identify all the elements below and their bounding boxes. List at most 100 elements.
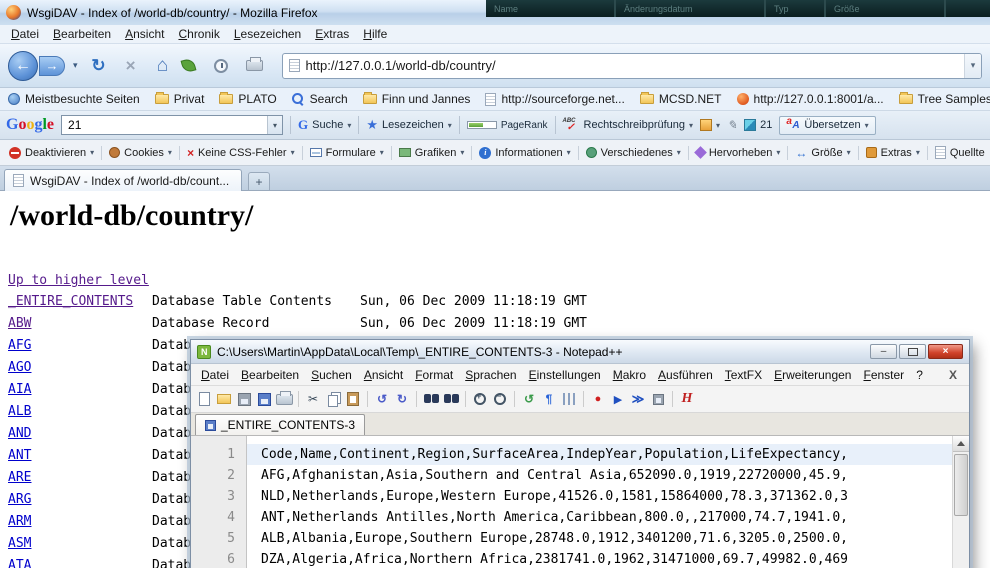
- record-macro-icon[interactable]: ●: [589, 390, 607, 408]
- entry-link[interactable]: ATA: [8, 558, 31, 568]
- cut-icon[interactable]: ✂: [304, 390, 322, 408]
- spellcheck-button[interactable]: Rechtschreibprüfung ▾: [563, 118, 694, 133]
- autofill-button[interactable]: ▾: [700, 119, 720, 131]
- zoom-out-icon[interactable]: [491, 390, 509, 408]
- stop-button[interactable]: ×: [118, 56, 144, 76]
- highlighter-button[interactable]: 21: [744, 119, 772, 131]
- print-button[interactable]: [246, 60, 272, 71]
- entry-link[interactable]: ASM: [8, 536, 31, 551]
- npp-menu-einstellungen[interactable]: Einstellungen: [523, 367, 607, 383]
- forward-button[interactable]: →: [39, 56, 65, 76]
- menu-lesezeichen[interactable]: Lesezeichen: [227, 26, 308, 42]
- play-macro-icon[interactable]: ▶: [609, 390, 627, 408]
- npp-menu-sprachen[interactable]: Sprachen: [459, 367, 522, 383]
- save-all-icon[interactable]: [255, 390, 273, 408]
- bookmark-mcsd[interactable]: MCSD.NET: [640, 92, 722, 106]
- entry-link[interactable]: ABW: [8, 316, 31, 331]
- replace-icon[interactable]: [442, 390, 460, 408]
- minimize-button[interactable]: –: [870, 344, 897, 359]
- undo-icon[interactable]: ↺: [373, 390, 391, 408]
- vertical-scrollbar[interactable]: [952, 436, 969, 568]
- menu-bearbeiten[interactable]: Bearbeiten: [46, 26, 118, 42]
- paste-icon[interactable]: [344, 390, 362, 408]
- close-button[interactable]: ×: [928, 344, 963, 359]
- show-symbols-icon[interactable]: ¶: [540, 390, 558, 408]
- bookmark-localhost-8001[interactable]: http://127.0.0.1:8001/a...: [737, 92, 884, 106]
- bookmark-finn-und-jannes[interactable]: Finn und Jannes: [363, 92, 471, 106]
- home-button[interactable]: ⌂: [150, 55, 176, 77]
- code-line-row[interactable]: 2AFG,Afghanistan,Asia,Southern and Centr…: [191, 465, 952, 486]
- pagerank-widget[interactable]: PageRank: [467, 120, 548, 131]
- up-to-higher-level-link[interactable]: Up to higher level: [8, 273, 149, 288]
- google-search-input[interactable]: 21 ▾: [61, 115, 283, 135]
- document-tab[interactable]: _ENTIRE_CONTENTS-3: [195, 414, 365, 435]
- reload-button[interactable]: ↻: [86, 56, 112, 76]
- history-dropdown-icon[interactable]: ▾: [71, 60, 80, 71]
- npp-menu-suchen[interactable]: Suchen: [305, 367, 358, 383]
- entry-link[interactable]: AFG: [8, 338, 31, 353]
- sidewiki-button[interactable]: [727, 118, 737, 132]
- print-icon[interactable]: [275, 390, 293, 408]
- find-icon[interactable]: [422, 390, 440, 408]
- copy-icon[interactable]: [324, 390, 342, 408]
- code-line-row[interactable]: 3NLD,Netherlands,Europe,Western Europe,4…: [191, 486, 952, 507]
- webdev-deaktivieren[interactable]: Deaktivieren▾: [6, 147, 97, 159]
- webdev-formulare[interactable]: Formulare▾: [307, 147, 387, 159]
- run-macro-multiple-icon[interactable]: ≫: [629, 390, 647, 408]
- entry-link[interactable]: ARG: [8, 492, 31, 507]
- url-text[interactable]: http://127.0.0.1/world-db/country/: [306, 58, 958, 73]
- webdev-grafiken[interactable]: Grafiken▾: [396, 147, 468, 159]
- url-bar[interactable]: http://127.0.0.1/world-db/country/ ▾: [282, 53, 982, 79]
- code-line-row[interactable]: 6DZA,Algeria,Africa,Northern Africa,2381…: [191, 549, 952, 568]
- redo-icon[interactable]: ↻: [393, 390, 411, 408]
- webdev-groesse[interactable]: ↔Größe▾: [792, 146, 853, 160]
- close-document-x[interactable]: X: [941, 368, 965, 382]
- npp-menu-format[interactable]: Format: [409, 367, 459, 383]
- entry-link[interactable]: ARE: [8, 470, 31, 485]
- bookmark-sourceforge[interactable]: http://sourceforge.net...: [485, 92, 624, 106]
- menu-hilfe[interactable]: Hilfe: [356, 26, 394, 42]
- npp-menu-textfx[interactable]: TextFX: [719, 367, 768, 383]
- entry-link[interactable]: ANT: [8, 448, 31, 463]
- google-search-value[interactable]: 21: [62, 118, 267, 132]
- webdev-css-errors[interactable]: ×Keine CSS-Fehler▾: [184, 146, 298, 160]
- bookmark-privat[interactable]: Privat: [155, 92, 205, 106]
- translate-button[interactable]: Übersetzen ▾: [779, 116, 875, 135]
- bookmark-tree-samples[interactable]: Tree Samples: [899, 92, 990, 106]
- menu-datei[interactable]: Datei: [4, 26, 46, 42]
- webdev-hervorheben[interactable]: Hervorheben▾: [693, 147, 784, 159]
- textfx-icon[interactable]: H: [678, 390, 696, 408]
- code-line-row[interactable]: 4ANT,Netherlands Antilles,North America,…: [191, 507, 952, 528]
- npp-menu-datei[interactable]: Datei: [195, 367, 235, 383]
- new-tab-button[interactable]: +: [248, 172, 270, 191]
- webdev-cookies[interactable]: Cookies▾: [106, 147, 175, 159]
- webdev-quelltext[interactable]: Quellte: [932, 146, 988, 159]
- npp-menu-fenster[interactable]: Fenster: [857, 367, 910, 383]
- code-line-row[interactable]: 1Code,Name,Continent,Region,SurfaceArea,…: [191, 444, 952, 465]
- npp-menu-ausfuehren[interactable]: Ausführen: [652, 367, 719, 383]
- clock-icon[interactable]: [214, 59, 240, 73]
- entry-link[interactable]: ALB: [8, 404, 31, 419]
- greasemonkey-icon[interactable]: [182, 59, 208, 72]
- google-bookmarks-button[interactable]: ★ Lesezeichen ▾: [366, 117, 451, 133]
- indent-guide-icon[interactable]: [560, 390, 578, 408]
- npp-menu-erweiterungen[interactable]: Erweiterungen: [768, 367, 857, 383]
- bookmark-most-visited[interactable]: Meistbesuchte Seiten: [8, 92, 140, 106]
- maximize-button[interactable]: [899, 344, 926, 359]
- editor-area[interactable]: 1Code,Name,Continent,Region,SurfaceArea,…: [191, 436, 969, 568]
- entry-link[interactable]: AND: [8, 426, 31, 441]
- npp-menu-bearbeiten[interactable]: Bearbeiten: [235, 367, 305, 383]
- chevron-down-icon[interactable]: ▾: [267, 116, 282, 134]
- url-dropdown-icon[interactable]: ▾: [964, 54, 981, 78]
- menu-ansicht[interactable]: Ansicht: [118, 26, 171, 42]
- tab-wsgidav[interactable]: WsgiDAV - Index of /world-db/count...: [4, 169, 242, 191]
- sync-icon[interactable]: ↺: [520, 390, 538, 408]
- npp-menu-help[interactable]: ?: [910, 367, 929, 383]
- entry-link[interactable]: AGO: [8, 360, 31, 375]
- open-folder-icon[interactable]: [215, 390, 233, 408]
- back-button[interactable]: ←: [8, 51, 38, 81]
- bookmark-plato[interactable]: PLATO: [219, 92, 276, 106]
- code-line-row[interactable]: 5ALB,Albania,Europe,Southern Europe,2874…: [191, 528, 952, 549]
- zoom-in-icon[interactable]: [471, 390, 489, 408]
- google-search-button[interactable]: G Suche ▾: [298, 117, 351, 133]
